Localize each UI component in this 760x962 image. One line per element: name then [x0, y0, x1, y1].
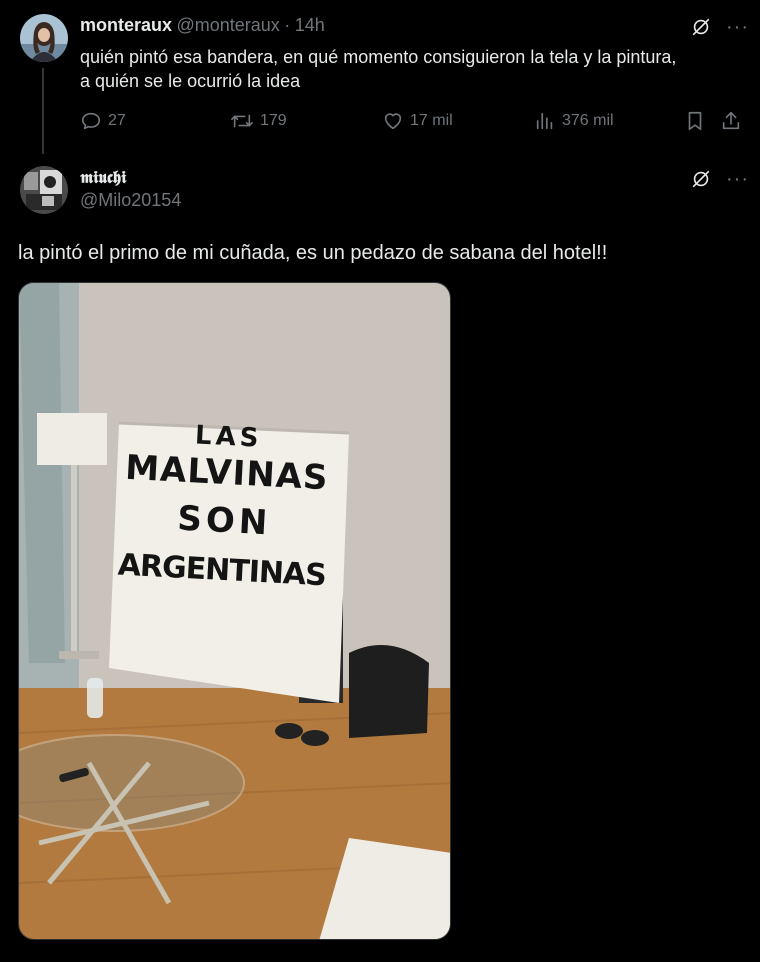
grok-icon[interactable]	[690, 168, 712, 190]
views-icon	[534, 110, 556, 132]
photo-scene	[19, 283, 450, 939]
reply-button[interactable]: 27	[80, 110, 126, 132]
retweet-icon	[230, 110, 254, 132]
tweet2-handle[interactable]: @Milo20154	[80, 190, 181, 211]
tweet1-separator: ·	[284, 15, 291, 35]
tweet2-top-icons: ···	[690, 168, 749, 190]
tweet1-actions: 27 179 17 mil 376 mil	[80, 110, 750, 138]
like-button[interactable]: 17 mil	[382, 110, 453, 132]
views-count: 376 mil	[562, 112, 614, 129]
retweet-count: 179	[260, 112, 287, 129]
tweet2-text: la pintó el primo de mi cuñada, es un pe…	[18, 242, 608, 264]
avatar-miuchi[interactable]	[20, 166, 68, 214]
tweet1-text-line1: quién pintó esa bandera, en qué momento …	[80, 47, 677, 67]
views-button[interactable]: 376 mil	[534, 110, 614, 132]
reply-icon	[80, 110, 102, 132]
bookmark-button[interactable]	[684, 110, 706, 132]
tweet1-text: quién pintó esa bandera, en qué momento …	[80, 45, 750, 93]
grok-icon[interactable]	[690, 16, 712, 38]
tweet2-header: 𝖒𝖎𝖚𝖈𝖍𝖎 @Milo20154	[80, 168, 181, 211]
tweet1-top-icons: ···	[690, 16, 749, 38]
retweet-button[interactable]: 179	[230, 110, 287, 132]
thread-line	[42, 68, 44, 154]
avatar-monteraux[interactable]	[20, 14, 68, 62]
tweet2-display-name[interactable]: 𝖒𝖎𝖚𝖈𝖍𝖎	[80, 168, 181, 188]
more-icon[interactable]: ···	[726, 17, 749, 37]
bookmark-icon	[684, 110, 706, 132]
more-icon[interactable]: ···	[726, 169, 749, 189]
tweet-photo[interactable]: LAS MALVINAS SON ARGENTINAS	[18, 282, 451, 940]
tweet1-time[interactable]: 14h	[295, 15, 325, 35]
tweet1-display-name[interactable]: monteraux	[80, 15, 172, 35]
tweet1-header: monteraux @monteraux · 14h	[80, 15, 325, 36]
share-icon	[720, 110, 742, 132]
tweet1-handle[interactable]: @monteraux	[176, 15, 279, 35]
banner-text: LAS MALVINAS SON ARGENTINAS	[101, 417, 350, 601]
like-icon	[382, 110, 404, 132]
reply-count: 27	[108, 112, 126, 129]
tweet1-text-line2: a quién se le ocurrió la idea	[80, 71, 301, 91]
share-button[interactable]	[720, 110, 742, 132]
like-count: 17 mil	[410, 112, 453, 129]
